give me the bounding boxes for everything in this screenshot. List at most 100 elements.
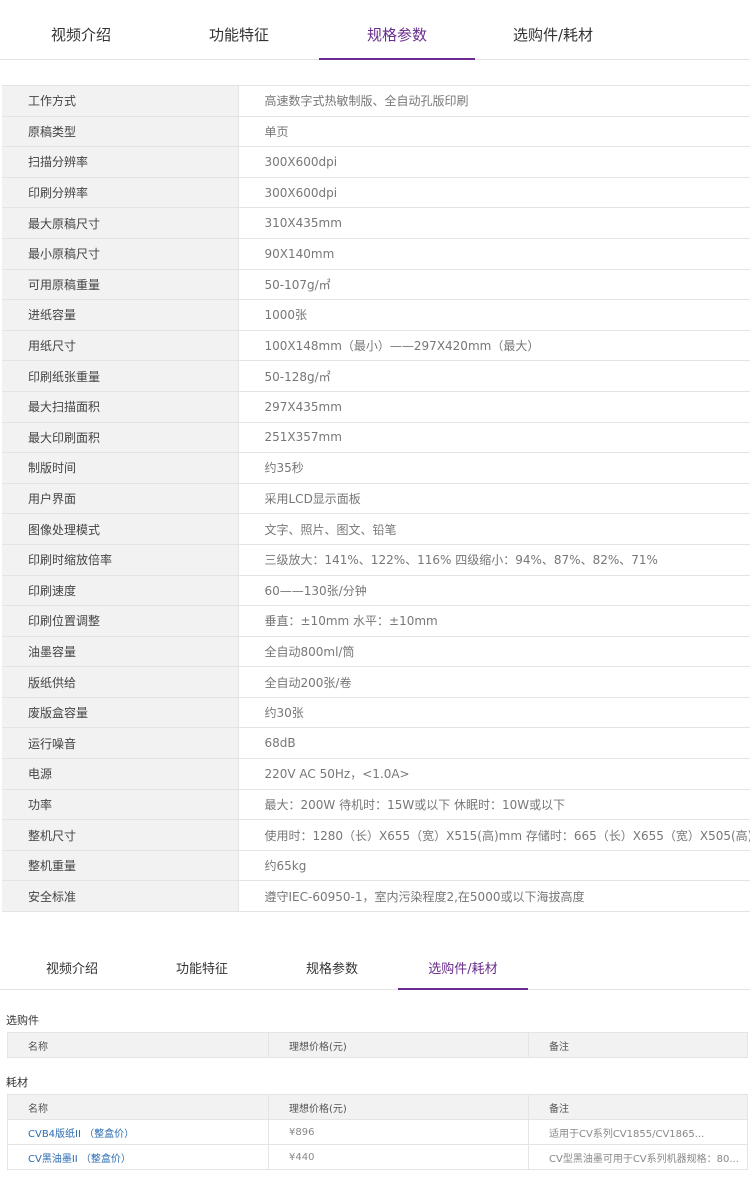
spec-row: 整机重量 约65kg <box>2 850 750 882</box>
spec-row: 印刷分辨率 300X600dpi <box>2 177 750 209</box>
options-table: 名称 理想价格(元) 备注 <box>7 1032 748 1058</box>
product-link[interactable]: CVB4版纸II （整盒价） <box>7 1119 269 1145</box>
spec-value: 68dB <box>238 727 750 760</box>
spec-label: 制版时间 <box>2 452 239 484</box>
spec-row: 可用原稿重量 50-107g/㎡ <box>2 269 750 301</box>
spec-value: 最大：200W 待机时：15W或以下 休眠时：10W或以下 <box>238 789 750 821</box>
consumables-section-title: 耗材 <box>6 1076 28 1089</box>
spec-label: 电源 <box>2 758 239 790</box>
spec-label: 用纸尺寸 <box>2 330 239 362</box>
spec-label: 功率 <box>2 789 239 821</box>
spec-label: 用户界面 <box>2 483 239 515</box>
spec-label: 可用原稿重量 <box>2 269 239 301</box>
specifications-table: 工作方式 高速数字式热敏制版、全自动孔版印刷 原稿类型 单页 扫描分辨率 300X600d… <box>2 85 750 913</box>
spec-value: 单页 <box>238 116 750 148</box>
header-name: 名称 <box>7 1032 269 1058</box>
spec-value: 50-107g/㎡ <box>238 269 750 301</box>
tab-video-intro[interactable]: 视频介绍 <box>20 950 124 990</box>
spec-row: 用纸尺寸 100X148mm（最小）——297X420mm（最大） <box>2 330 750 362</box>
spec-value: 文字、照片、图文、铅笔 <box>238 513 750 545</box>
spec-row: 运行噪音 68dB <box>2 727 750 760</box>
spec-label: 最大印刷面积 <box>2 422 239 454</box>
spec-row: 整机尺寸 使用时：1280（长）X655（宽）X515(高)mm 存储时：665（… <box>2 819 750 851</box>
top-tab-bar: 视频介绍 功能特征 规格参数 选购件/耗材 <box>0 0 750 60</box>
spec-value: 约30张 <box>238 697 750 729</box>
header-price: 理想价格(元) <box>268 1094 529 1120</box>
spec-row: 用户界面 采用LCD显示面板 <box>2 483 750 515</box>
spec-label: 印刷时缩放倍率 <box>2 544 239 576</box>
spec-label: 原稿类型 <box>2 116 239 148</box>
spec-label: 扫描分辨率 <box>2 146 239 178</box>
tab-specifications[interactable]: 规格参数 <box>280 950 384 990</box>
bottom-tab-bar: 视频介绍 功能特征 规格参数 选购件/耗材 <box>0 950 750 990</box>
spec-row: 制版时间 约35秒 <box>2 452 750 484</box>
price-cell: ¥440 <box>268 1144 529 1170</box>
spec-label: 最大扫描面积 <box>2 391 239 423</box>
spec-value: 垂直：±10mm 水平：±10mm <box>238 605 750 637</box>
spec-row: 进纸容量 1000张 <box>2 299 750 331</box>
options-header-row: 名称 理想价格(元) 备注 <box>7 1032 748 1058</box>
tab-features[interactable]: 功能特征 <box>180 0 298 60</box>
spec-value: 全自动800ml/筒 <box>238 636 750 668</box>
spec-value: 约65kg <box>238 850 750 882</box>
spec-value: 251X357mm <box>238 422 750 454</box>
spec-label: 整机尺寸 <box>2 819 239 851</box>
spec-value: 三级放大：141%、122%、116% 四级缩小：94%、87%、82%、71% <box>238 544 750 576</box>
spec-value: 约35秒 <box>238 452 750 484</box>
note-cell: 适用于CV系列CV1855/CV1865... <box>528 1119 748 1145</box>
spec-value: 220V AC 50Hz，<1.0A> <box>238 758 750 790</box>
spec-row: 图像处理模式 文字、照片、图文、铅笔 <box>2 513 750 545</box>
spec-row: 油墨容量 全自动800ml/筒 <box>2 636 750 668</box>
product-link[interactable]: CV黑油墨II （整盒价） <box>7 1144 269 1170</box>
spec-label: 印刷纸张重量 <box>2 360 239 392</box>
spec-value: 50-128g/㎡ <box>238 360 750 392</box>
spec-row: 最大印刷面积 251X357mm <box>2 422 750 454</box>
spec-row: 印刷速度 60——130张/分钟 <box>2 575 750 607</box>
spec-label: 最小原稿尺寸 <box>2 238 239 270</box>
spec-row: 印刷纸张重量 50-128g/㎡ <box>2 360 750 392</box>
spec-row: 最大原稿尺寸 310X435mm <box>2 207 750 239</box>
options-section-title: 选购件 <box>6 1014 39 1027</box>
tab-specifications[interactable]: 规格参数 <box>319 0 475 60</box>
spec-row: 印刷时缩放倍率 三级放大：141%、122%、116% 四级缩小：94%、87%、… <box>2 544 750 576</box>
spec-label: 安全标准 <box>2 880 239 913</box>
spec-value: 遵守IEC-60950-1，室内污染程度2,在5000或以下海拔高度 <box>238 880 750 913</box>
spec-label: 印刷分辨率 <box>2 177 239 209</box>
spec-label: 运行噪音 <box>2 727 239 760</box>
header-price: 理想价格(元) <box>268 1032 529 1058</box>
spec-value: 使用时：1280（长）X655（宽）X515(高)mm 存储时：665（长）X6… <box>238 819 750 851</box>
spec-value: 310X435mm <box>238 207 750 239</box>
tab-options-consumables[interactable]: 选购件/耗材 <box>398 950 528 990</box>
spec-row: 电源 220V AC 50Hz，<1.0A> <box>2 758 750 790</box>
spec-label: 印刷位置调整 <box>2 605 239 637</box>
spec-row: 安全标准 遵守IEC-60950-1，室内污染程度2,在5000或以下海拔高度 <box>2 880 750 913</box>
spec-value: 297X435mm <box>238 391 750 423</box>
spec-row: 最大扫描面积 297X435mm <box>2 391 750 423</box>
spec-label: 印刷速度 <box>2 575 239 607</box>
spec-row: 最小原稿尺寸 90X140mm <box>2 238 750 270</box>
spec-value: 300X600dpi <box>238 177 750 209</box>
spec-label: 整机重量 <box>2 850 239 882</box>
tab-options-consumables[interactable]: 选购件/耗材 <box>494 0 612 60</box>
tab-video-intro[interactable]: 视频介绍 <box>22 0 140 60</box>
spec-label: 油墨容量 <box>2 636 239 668</box>
header-note: 备注 <box>528 1032 748 1058</box>
price-cell: ¥896 <box>268 1119 529 1145</box>
spec-value: 1000张 <box>238 299 750 331</box>
spec-row: 功率 最大：200W 待机时：15W或以下 休眠时：10W或以下 <box>2 789 750 821</box>
spec-row: 印刷位置调整 垂直：±10mm 水平：±10mm <box>2 605 750 637</box>
spec-value: 全自动200张/卷 <box>238 666 750 698</box>
spec-row: 原稿类型 单页 <box>2 116 750 148</box>
spec-row: 废版盒容量 约30张 <box>2 697 750 729</box>
header-note: 备注 <box>528 1094 748 1120</box>
header-name: 名称 <box>7 1094 269 1120</box>
spec-value: 60——130张/分钟 <box>238 575 750 607</box>
table-row: CVB4版纸II （整盒价） ¥896 适用于CV系列CV1855/CV1865… <box>7 1119 748 1145</box>
consumables-table: 名称 理想价格(元) 备注 CVB4版纸II （整盒价） ¥896 适用于CV系… <box>7 1094 748 1170</box>
spec-value: 300X600dpi <box>238 146 750 178</box>
spec-label: 最大原稿尺寸 <box>2 207 239 239</box>
table-row: CV黑油墨II （整盒价） ¥440 CV型黑油墨可用于CV系列机器规格：80.… <box>7 1144 748 1170</box>
spec-label: 进纸容量 <box>2 299 239 331</box>
tab-features[interactable]: 功能特征 <box>150 950 254 990</box>
spec-label: 图像处理模式 <box>2 513 239 545</box>
